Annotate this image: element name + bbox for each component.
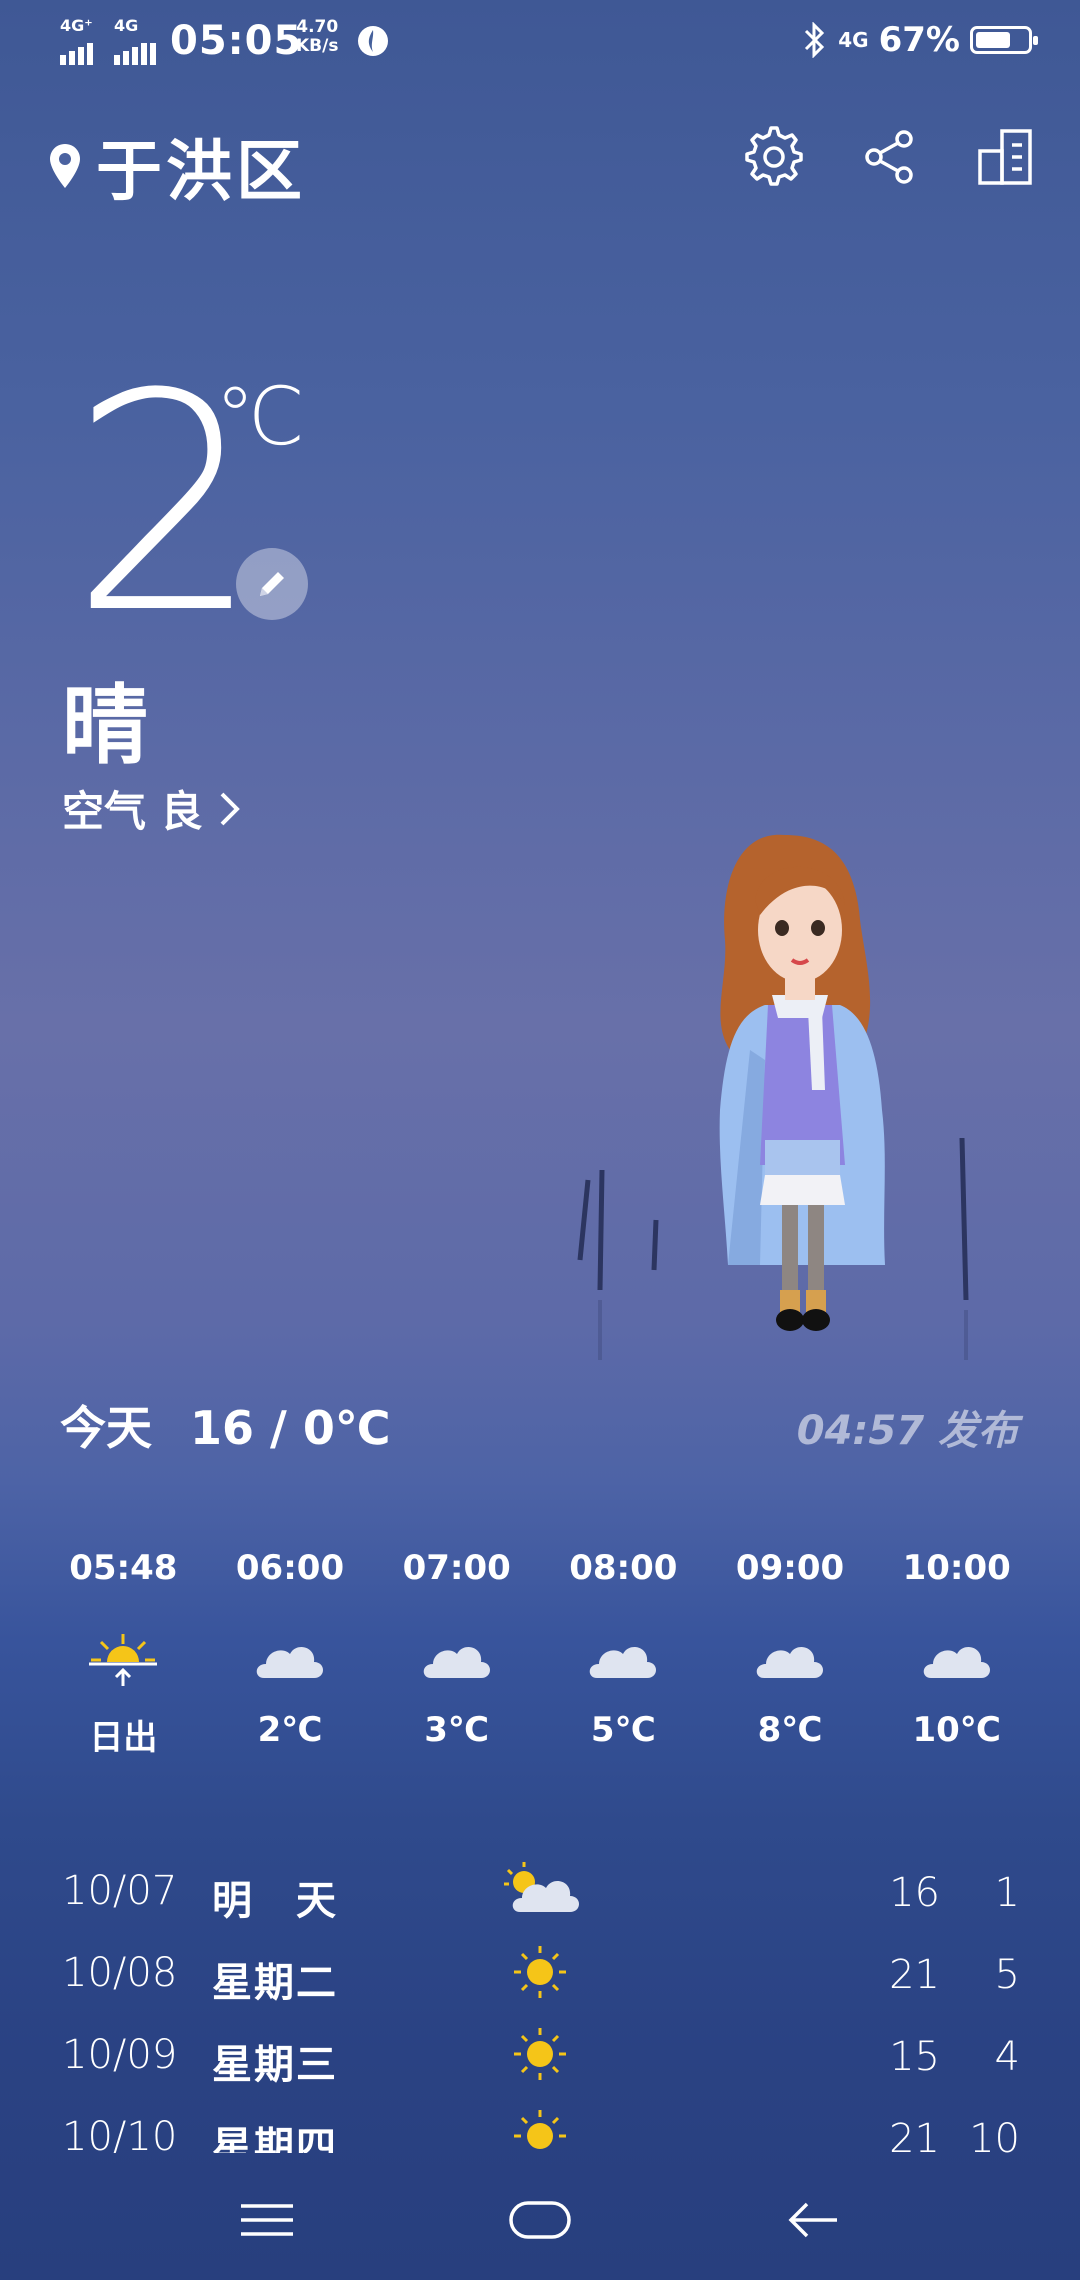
sunny-icon — [514, 1946, 566, 1998]
network-type-label: 4G — [114, 16, 139, 35]
settings-gear-icon[interactable] — [742, 125, 806, 189]
cloud-icon — [423, 1647, 490, 1678]
temperature-unit: ℃ — [215, 370, 305, 463]
signal-strength-1: 4G⁺ — [60, 18, 104, 74]
daily-row[interactable]: 10/09 星期三 15 4 — [0, 2022, 1080, 2092]
weather-character-illustration — [577, 834, 969, 1360]
back-button[interactable] — [778, 2190, 848, 2250]
cloud-icon — [256, 1647, 323, 1678]
daily-date: 10/09 — [62, 2032, 178, 2078]
signal-bars-icon — [114, 43, 156, 65]
hour-item: 07:00 3℃ — [373, 1548, 540, 1759]
pencil-icon — [260, 572, 284, 596]
mobile-network-label: 4G — [838, 28, 869, 52]
hour-time: 06:00 — [235, 1548, 345, 1588]
daily-weekday: 星期二 — [212, 1960, 338, 2006]
bluetooth-icon — [805, 22, 825, 58]
daily-weekday: 星期三 — [212, 2042, 338, 2088]
menu-button[interactable] — [232, 2190, 302, 2250]
city-manage-icon[interactable] — [974, 125, 1038, 189]
location-pin-icon — [50, 144, 80, 188]
daily-low: 5 — [994, 1952, 1020, 1998]
network-speed-unit: KB/s — [296, 36, 339, 56]
home-button[interactable] — [505, 2190, 575, 2250]
hour-value: 2℃ — [257, 1710, 323, 1750]
edit-button[interactable] — [236, 548, 308, 620]
cloud-icon — [756, 1647, 824, 1678]
hour-item: 05:48 日出 — [40, 1548, 207, 1759]
home-icon — [509, 2201, 571, 2239]
back-arrow-icon — [788, 2202, 838, 2238]
hour-item: 06:00 2℃ — [207, 1548, 374, 1759]
menu-icon — [240, 2204, 293, 2236]
daily-date: 10/08 — [62, 1950, 178, 1996]
status-bar: 4G⁺ 4G 05:05 4.70 KB/s 4G 67% — [0, 0, 1080, 80]
hour-value: 8℃ — [757, 1710, 823, 1750]
partly-cloudy-icon — [504, 1862, 579, 1912]
hour-item: 10:00 10℃ — [873, 1548, 1040, 1759]
sunrise-icon — [89, 1634, 158, 1686]
daily-date: 10/10 — [62, 2114, 178, 2153]
daily-row[interactable]: 10/07 明 天 16 1 — [0, 1858, 1080, 1928]
hour-item: 08:00 5℃ — [540, 1548, 707, 1759]
today-range: 16 / 0℃ — [190, 1401, 391, 1455]
daily-low: 10 — [969, 2116, 1020, 2153]
location-header[interactable]: 于洪区 — [48, 118, 306, 214]
share-icon[interactable] — [858, 125, 922, 189]
air-quality-label: 空气 良 — [62, 787, 203, 836]
battery-icon — [970, 26, 1038, 54]
signal-strength-2: 4G — [114, 18, 158, 74]
daily-weekday: 星期四 — [212, 2124, 338, 2153]
network-speed-value: 4.70 — [296, 17, 339, 37]
hour-value: 5℃ — [590, 1710, 656, 1750]
daily-row[interactable]: 10/10 星期四 21 10 — [0, 2104, 1080, 2153]
network-type-label: 4G⁺ — [60, 16, 93, 35]
hour-time: 05:48 — [69, 1548, 178, 1588]
status-right: 4G 67% — [802, 20, 1038, 60]
location-name: 于洪区 — [96, 133, 306, 210]
hour-time: 09:00 — [735, 1548, 845, 1588]
hour-value: 3℃ — [424, 1710, 490, 1750]
daily-date: 10/07 — [62, 1868, 178, 1914]
published-time: 04:57 发布 — [796, 1408, 1018, 1454]
sunny-icon — [514, 2110, 566, 2149]
weather-condition: 晴 — [62, 676, 148, 776]
cloud-icon — [590, 1647, 657, 1678]
data-saver-icon — [358, 26, 388, 56]
signal-bars-icon — [60, 43, 93, 65]
header-actions — [742, 125, 1038, 189]
network-speed: 4.70 KB/s — [296, 18, 338, 56]
hour-value: 日出 — [89, 1718, 158, 1758]
daily-row[interactable]: 10/08 星期二 21 5 — [0, 1940, 1080, 2010]
hour-time: 08:00 — [569, 1548, 678, 1588]
hour-item: 09:00 8℃ — [707, 1548, 874, 1759]
today-summary: 今天 16 / 0℃ — [60, 1392, 391, 1458]
battery-percentage: 67% — [878, 20, 960, 60]
clock: 05:05 — [170, 18, 303, 64]
today-label: 今天 — [60, 1401, 152, 1455]
daily-low: 1 — [994, 1870, 1020, 1916]
hour-time: 07:00 — [402, 1548, 511, 1588]
cloud-icon — [923, 1647, 990, 1678]
hour-value: 10℃ — [912, 1710, 1001, 1750]
air-quality-link[interactable]: 空气 良 — [62, 778, 243, 839]
hourly-forecast[interactable]: 05:48 日出 06:00 2℃ 07:00 3℃ 08:00 5℃ 09:0… — [40, 1548, 1040, 1759]
daily-weekday: 明 天 — [212, 1878, 338, 1924]
hour-time: 10:00 — [902, 1548, 1011, 1588]
daily-low: 4 — [994, 2034, 1020, 2080]
chevron-right-icon — [220, 792, 240, 825]
navigation-bar — [0, 2160, 1080, 2280]
daily-forecast[interactable]: 10/07 明 天 16 1 10/08 星期二 21 5 10/09 星期三 … — [0, 1858, 1080, 2153]
sunny-icon — [514, 2028, 566, 2080]
